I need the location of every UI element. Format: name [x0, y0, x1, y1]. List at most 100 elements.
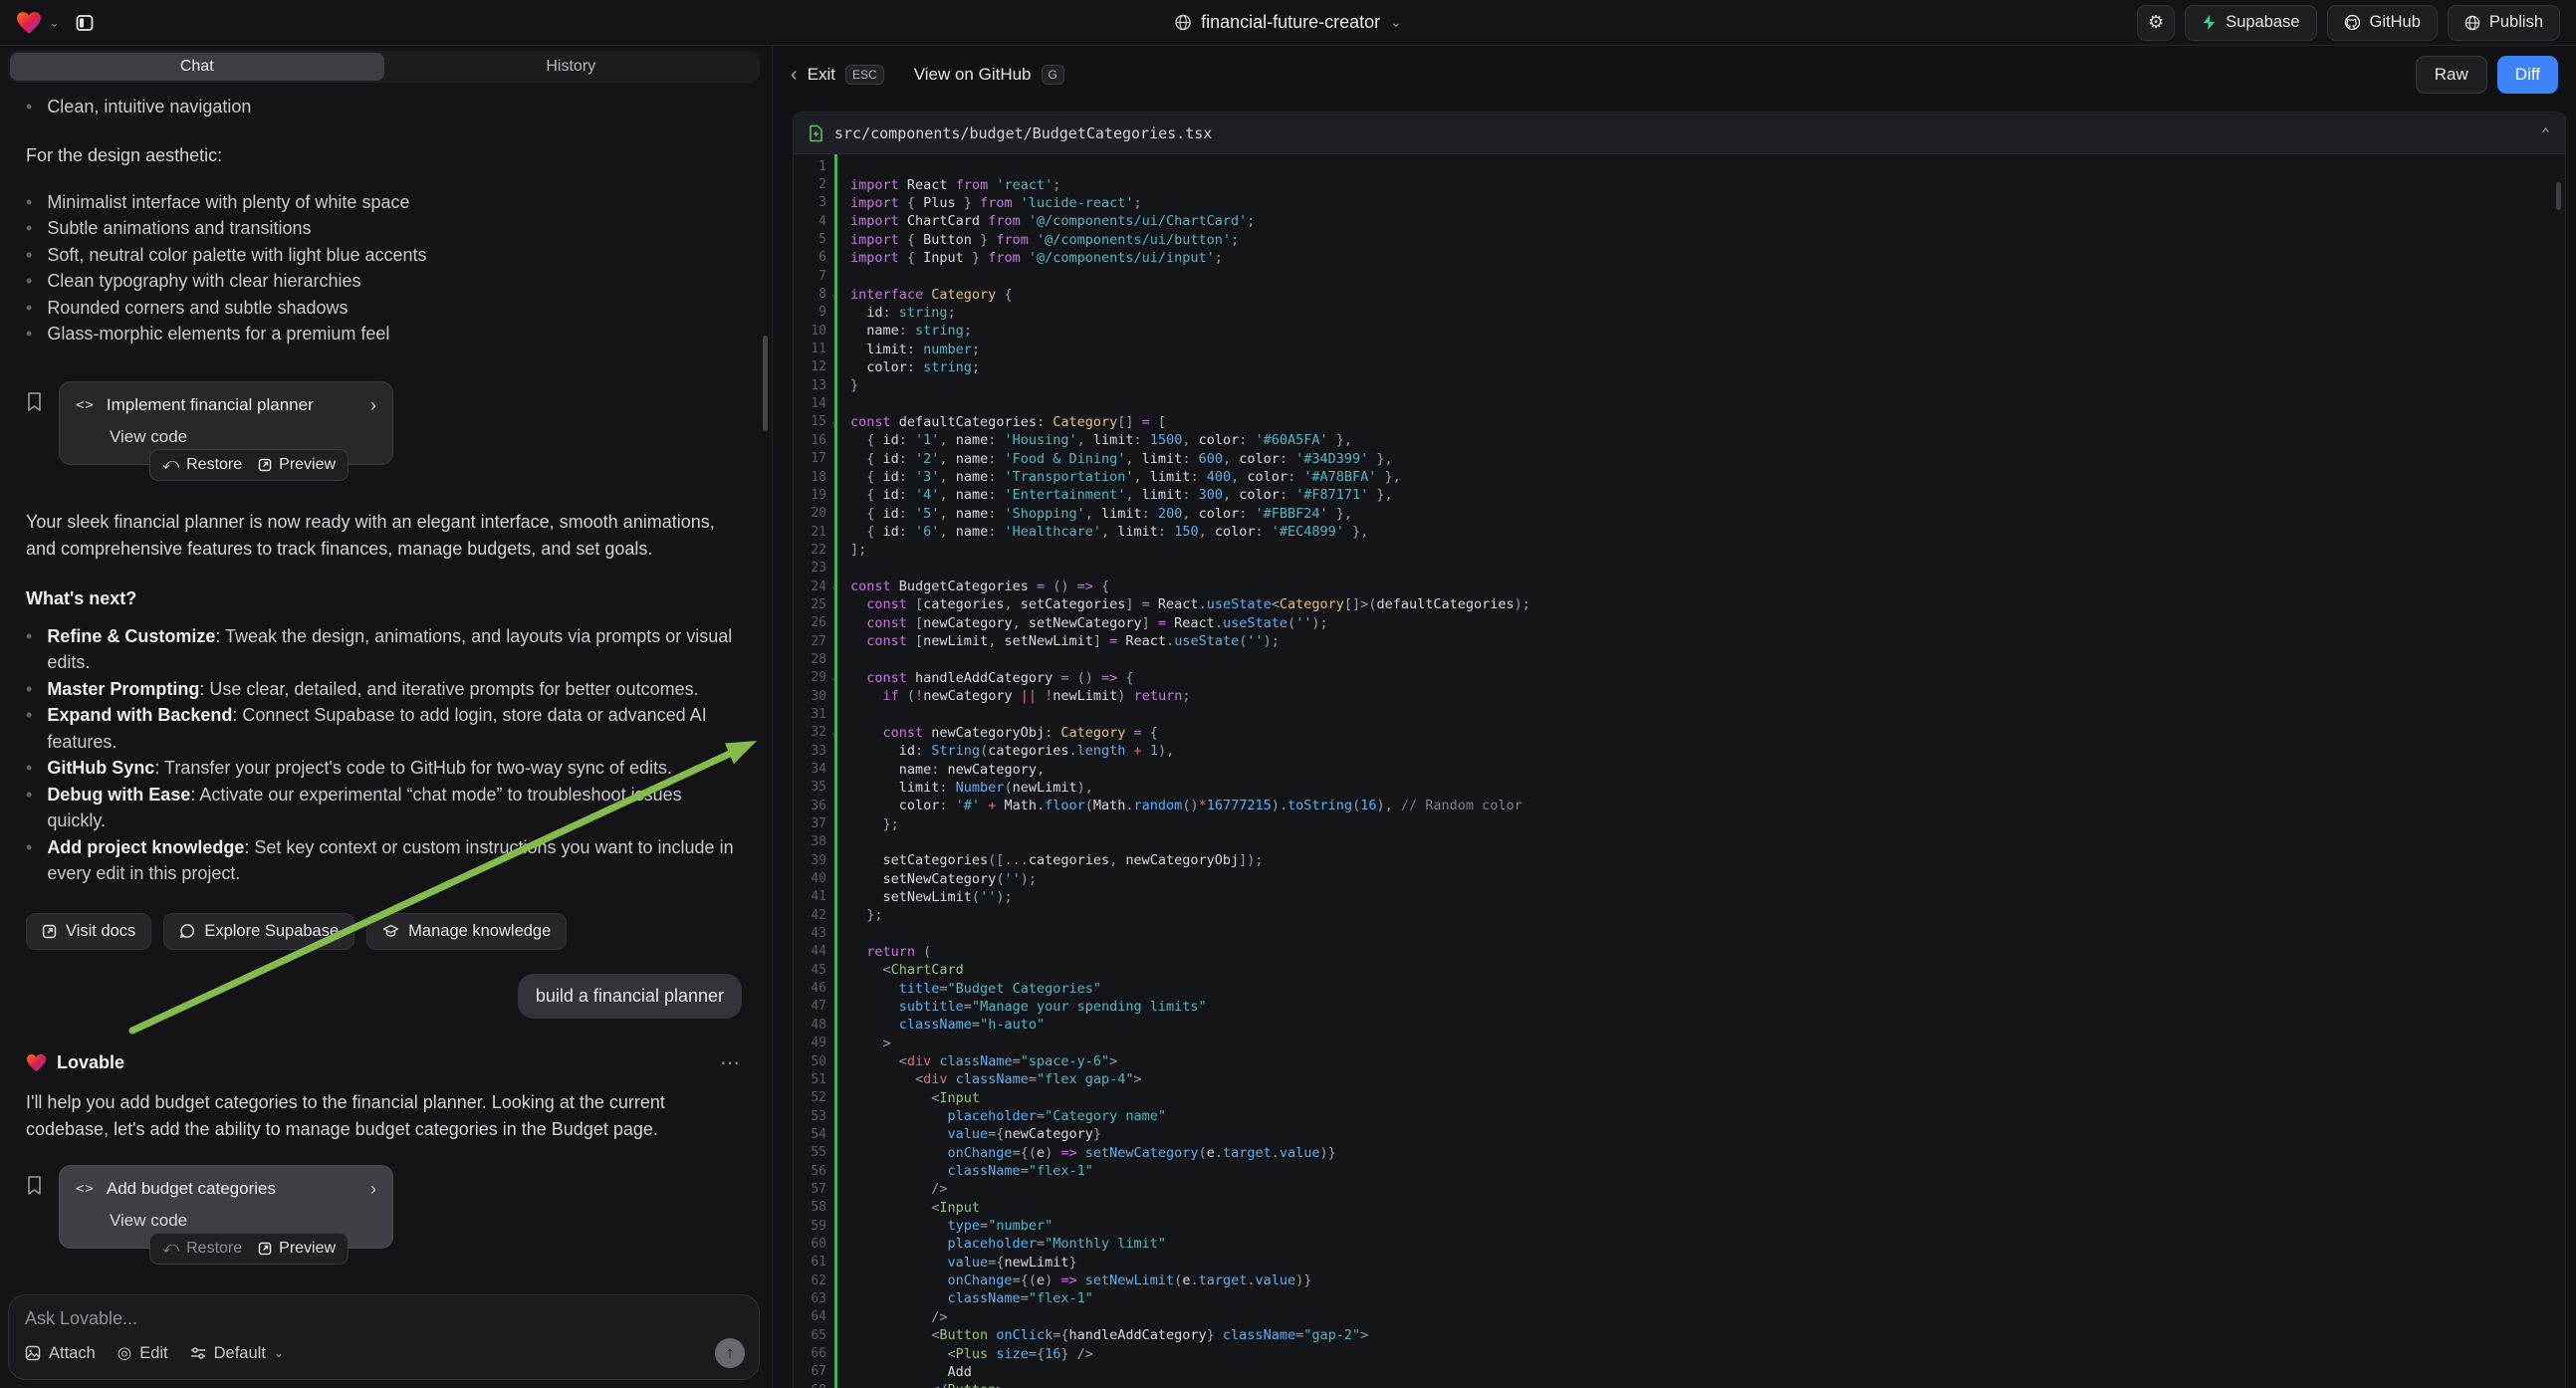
line-number: 34: [794, 762, 826, 777]
line-number: 7: [794, 269, 826, 284]
line-number: 24: [794, 579, 826, 594]
external-link-icon: [258, 1242, 272, 1256]
code-line: 48 className="h-auto": [794, 1016, 2565, 1034]
code-line: 49 >: [794, 1035, 2565, 1052]
code-line: 11 limit: number;: [794, 340, 2565, 357]
visit-docs-button[interactable]: Visit docs: [26, 913, 151, 950]
restore-button[interactable]: ⤺ Restore: [162, 1240, 242, 1258]
message-menu-button[interactable]: ⋯: [720, 1050, 742, 1075]
bookmark-icon[interactable]: [26, 1175, 43, 1249]
code-line: 59 type="number": [794, 1217, 2565, 1235]
target-circle-icon: ◎: [117, 1343, 131, 1363]
chat-history-tabs: Chat History: [8, 51, 760, 83]
chat-input[interactable]: Ask Lovable...: [25, 1308, 743, 1329]
code-line: 2import React from 'react';: [794, 175, 2565, 193]
line-number: 20: [794, 506, 826, 521]
code-line: 32⌄ const newCategoryObj: Category = {: [794, 724, 2565, 742]
line-number: 65: [794, 1328, 826, 1343]
diff-toggle-button[interactable]: Diff: [2497, 56, 2558, 94]
code-scrollbar-thumb[interactable]: [2556, 182, 2561, 210]
tab-chat[interactable]: Chat: [10, 53, 384, 81]
attach-button[interactable]: Attach: [25, 1344, 96, 1363]
github-button[interactable]: GitHub: [2327, 5, 2438, 41]
top-bar: ⌄ financial-future-creator ⌄ ⚙ Supabase …: [0, 0, 2576, 46]
code-line: 26 const [newCategory, setNewCategory] =…: [794, 614, 2565, 632]
line-number: 6: [794, 250, 826, 265]
preview-button[interactable]: Preview: [258, 456, 336, 474]
line-number: 41: [794, 889, 826, 904]
line-number: 3: [794, 195, 826, 210]
line-number: 21: [794, 525, 826, 540]
line-number: 25: [794, 597, 826, 612]
line-number: 18: [794, 470, 826, 485]
code-line: 10 name: string;: [794, 322, 2565, 340]
whats-next-heading: What's next?: [26, 588, 742, 609]
esc-key-badge: ESC: [845, 65, 884, 85]
file-header[interactable]: src/components/budget/BudgetCategories.t…: [794, 113, 2565, 154]
code-line: 25 const [categories, setCategories] = R…: [794, 595, 2565, 613]
view-code-link[interactable]: View code: [110, 1211, 376, 1231]
exit-button[interactable]: ‹ Exit ESC: [791, 64, 884, 87]
line-number: 15: [794, 414, 826, 429]
line-number: 49: [794, 1036, 826, 1050]
list-item: •Subtle animations and transitions: [26, 215, 742, 242]
manage-knowledge-button[interactable]: Manage knowledge: [366, 913, 567, 950]
model-select[interactable]: Default ⌄: [190, 1344, 284, 1363]
chevron-down-icon: ⌄: [274, 1346, 284, 1360]
list-item: •Rounded corners and subtle shadows: [26, 295, 742, 322]
chat-panel: Chat History • Clean, intuitive navigati…: [0, 46, 772, 1388]
assistant-added-text: I've added a new budget categories manag…: [26, 1292, 742, 1293]
view-code-link[interactable]: View code: [110, 427, 376, 447]
line-number: 43: [794, 926, 826, 941]
collapse-chevron-up-icon[interactable]: ⌃: [2541, 124, 2550, 142]
code-line: 54 value={newCategory}: [794, 1125, 2565, 1143]
workspace-chevron-down-icon[interactable]: ⌄: [49, 15, 60, 31]
publish-button[interactable]: Publish: [2448, 5, 2560, 41]
code-line: 57 />: [794, 1180, 2565, 1198]
bookmark-icon[interactable]: [26, 391, 43, 465]
chevron-left-icon: ‹: [791, 64, 798, 87]
code-line: 29⌄ const handleAddCategory = () => {: [794, 669, 2565, 687]
list-item: •Soft, neutral color palette with light …: [26, 242, 742, 269]
list-item: •Master Prompting: Use clear, detailed, …: [26, 676, 742, 703]
user-message: build a financial planner: [518, 974, 742, 1019]
line-number: 27: [794, 634, 826, 649]
settings-button[interactable]: ⚙: [2137, 5, 2175, 41]
sidebar-toggle-icon[interactable]: [69, 8, 101, 38]
chat-bubble-icon: [179, 923, 195, 939]
code-line: 36 color: '#' + Math.floor(Math.random()…: [794, 797, 2565, 814]
project-switcher[interactable]: financial-future-creator ⌄: [1174, 12, 1402, 33]
edit-mode-button[interactable]: ◎ Edit: [117, 1343, 168, 1363]
version-card-add-budget-categories[interactable]: <> Add budget categories › View code ⤺ R…: [59, 1165, 393, 1249]
supabase-button[interactable]: Supabase: [2185, 5, 2316, 41]
version-card-implement-financial-planner[interactable]: <> Implement financial planner › View co…: [59, 381, 393, 465]
code-line: 62 onChange={(e) => setNewLimit(e.target…: [794, 1272, 2565, 1289]
restore-button[interactable]: ⤺ Restore: [162, 456, 242, 474]
explore-supabase-button[interactable]: Explore Supabase: [163, 913, 354, 950]
tab-history[interactable]: History: [384, 53, 759, 81]
code-body[interactable]: 12import React from 'react';3import { Pl…: [794, 154, 2565, 1388]
send-button[interactable]: ↑: [715, 1338, 745, 1368]
chat-composer[interactable]: Ask Lovable... Attach ◎ Edit Default ⌄ ↑: [8, 1294, 760, 1380]
preview-button[interactable]: Preview: [258, 1240, 336, 1258]
line-number: 59: [794, 1219, 826, 1234]
code-line: 19 { id: '4', name: 'Entertainment', lim…: [794, 486, 2565, 504]
line-number: 37: [794, 816, 826, 831]
diff-added-gutter-bar: [834, 154, 837, 1388]
code-line: 15⌄const defaultCategories: Category[] =…: [794, 413, 2565, 431]
chat-scrollbar-thumb[interactable]: [763, 336, 768, 431]
code-line: 65 <Button onClick={handleAddCategory} c…: [794, 1326, 2565, 1344]
raw-toggle-button[interactable]: Raw: [2416, 56, 2487, 94]
globe-icon: [1174, 14, 1191, 31]
lovable-logo-heart-icon[interactable]: [16, 11, 42, 35]
line-number: 16: [794, 433, 826, 448]
view-on-github-button[interactable]: View on GitHub G: [914, 65, 1064, 85]
line-number: 54: [794, 1127, 826, 1142]
line-number: 64: [794, 1309, 826, 1324]
chat-scroll-area[interactable]: • Clean, intuitive navigation For the de…: [0, 88, 758, 1292]
code-line: 8⌄interface Category {: [794, 285, 2565, 303]
code-line: 31: [794, 705, 2565, 723]
code-line: 52 <Input: [794, 1089, 2565, 1107]
assistant-intro-text: I'll help you add budget categories to t…: [26, 1089, 742, 1143]
line-number: 13: [794, 378, 826, 393]
